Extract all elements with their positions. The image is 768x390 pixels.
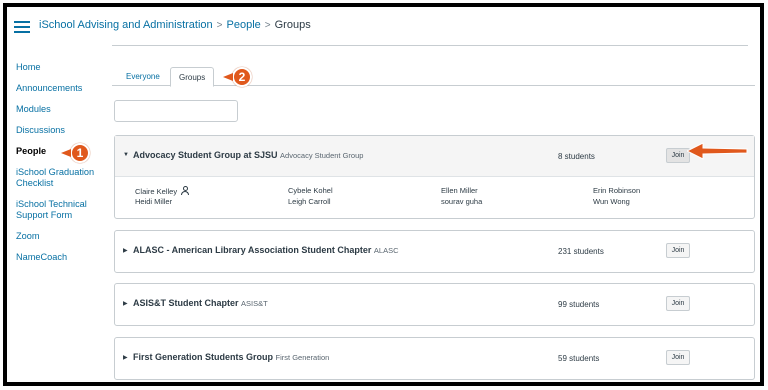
member-item[interactable]: sourav guha bbox=[441, 197, 482, 206]
group-member-count: 59 students bbox=[558, 354, 600, 363]
hamburger-icon[interactable] bbox=[14, 19, 30, 33]
group-category: ASIS&T bbox=[241, 299, 268, 308]
member-name: Leigh Carroll bbox=[288, 197, 331, 206]
user-icon bbox=[181, 186, 190, 195]
group-header[interactable]: ▶ ALASC - American Library Association S… bbox=[115, 231, 754, 272]
people-tabs: Everyone Groups bbox=[112, 62, 755, 87]
member-item[interactable]: Leigh Carroll bbox=[288, 197, 331, 206]
member-item[interactable]: Erin Robinson bbox=[593, 186, 640, 195]
group-category: ALASC bbox=[373, 246, 399, 255]
member-name: Cybele Kohel bbox=[288, 186, 333, 195]
group-card: ▶ First Generation Students Group First … bbox=[114, 337, 755, 380]
group-name: ALASC - American Library Association Stu… bbox=[133, 245, 372, 255]
group-card: ▼ Advocacy Student Group at SJSU Advocac… bbox=[114, 135, 755, 219]
page-header: iSchool Advising and Administration > Peop… bbox=[7, 7, 760, 45]
group-member-count: 99 students bbox=[558, 300, 600, 309]
callout-badge-2: 2 bbox=[223, 67, 252, 87]
group-member-count: 231 students bbox=[558, 247, 604, 256]
breadcrumb-separator: > bbox=[216, 20, 223, 31]
group-header[interactable]: ▼ Advocacy Student Group at SJSU Advocac… bbox=[115, 136, 754, 177]
join-button[interactable]: Join bbox=[666, 296, 690, 311]
caret-right-icon[interactable]: ▶ bbox=[123, 354, 128, 361]
member-name: Wun Wong bbox=[593, 197, 630, 206]
member-name: sourav guha bbox=[441, 197, 483, 206]
group-title: Advocacy Student Group at SJSU Advocacy … bbox=[133, 150, 363, 160]
nav-item-graduation-checklist[interactable]: iSchool Graduation Checklist bbox=[16, 167, 106, 189]
tab-groups[interactable]: Groups bbox=[170, 67, 215, 87]
breadcrumb-people-link[interactable]: People bbox=[227, 19, 261, 31]
breadcrumb: iSchool Advising and Administration > Peop… bbox=[39, 19, 311, 31]
nav-item-zoom[interactable]: Zoom bbox=[16, 231, 106, 242]
group-header[interactable]: ▶ ASIS&T Student Chapter ASIS&T 99 stude… bbox=[115, 284, 754, 325]
group-title: First Generation Students Group First Ge… bbox=[133, 352, 329, 362]
group-category: Advocacy Student Group bbox=[280, 151, 364, 160]
group-card: ▶ ALASC - American Library Association S… bbox=[114, 230, 755, 273]
group-search-input[interactable] bbox=[114, 100, 238, 122]
group-header[interactable]: ▶ First Generation Students Group First … bbox=[115, 338, 754, 379]
group-card: ▶ ASIS&T Student Chapter ASIS&T 99 stude… bbox=[114, 283, 755, 326]
screenshot-frame: iSchool Advising and Administration > Peop… bbox=[3, 3, 764, 386]
group-title: ALASC - American Library Association Stu… bbox=[133, 245, 399, 255]
group-name: First Generation Students Group bbox=[133, 352, 274, 362]
member-name: Ellen Miller bbox=[441, 186, 478, 195]
nav-item-namecoach[interactable]: NameCoach bbox=[16, 252, 106, 263]
member-item[interactable]: Claire Kelley bbox=[135, 186, 190, 196]
join-button[interactable]: Join bbox=[666, 243, 690, 258]
group-name: Advocacy Student Group at SJSU bbox=[133, 150, 278, 160]
course-navigation: Home Announcements Modules Discussions P… bbox=[16, 62, 106, 263]
member-item[interactable]: Ellen Miller bbox=[441, 186, 478, 195]
group-category: First Generation bbox=[275, 353, 330, 362]
member-item[interactable]: Heidi Miller bbox=[135, 197, 172, 206]
header-divider bbox=[112, 45, 748, 46]
breadcrumb-current: Groups bbox=[274, 19, 311, 31]
caret-down-icon[interactable]: ▼ bbox=[123, 152, 129, 158]
group-title: ASIS&T Student Chapter ASIS&T bbox=[133, 298, 268, 308]
member-name: Heidi Miller bbox=[135, 197, 173, 206]
member-name: Claire Kelley bbox=[135, 187, 178, 196]
member-item[interactable]: Cybele Kohel bbox=[288, 186, 333, 195]
callout-arrow-icon bbox=[687, 142, 748, 160]
caret-right-icon[interactable]: ▶ bbox=[123, 300, 128, 307]
group-member-list: Claire Kelley Cybele Kohel Ellen Miller … bbox=[115, 177, 754, 218]
nav-item-announcements[interactable]: Announcements bbox=[16, 83, 106, 94]
nav-item-discussions[interactable]: Discussions bbox=[16, 125, 106, 136]
group-name: ASIS&T Student Chapter bbox=[133, 298, 239, 308]
breadcrumb-separator: > bbox=[264, 20, 271, 31]
member-item[interactable]: Wun Wong bbox=[593, 197, 630, 206]
member-name: Erin Robinson bbox=[593, 186, 641, 195]
caret-right-icon[interactable]: ▶ bbox=[123, 247, 128, 254]
tab-everyone[interactable]: Everyone bbox=[118, 67, 168, 87]
nav-item-modules[interactable]: Modules bbox=[16, 104, 106, 115]
breadcrumb-course-link[interactable]: iSchool Advising and Administration bbox=[39, 19, 213, 31]
nav-item-technical-support-form[interactable]: iSchool Technical Support Form bbox=[16, 199, 106, 221]
callout-badge-1: 1 bbox=[61, 143, 90, 163]
group-member-count: 8 students bbox=[558, 152, 595, 161]
nav-item-home[interactable]: Home bbox=[16, 62, 106, 73]
join-button[interactable]: Join bbox=[666, 350, 690, 365]
